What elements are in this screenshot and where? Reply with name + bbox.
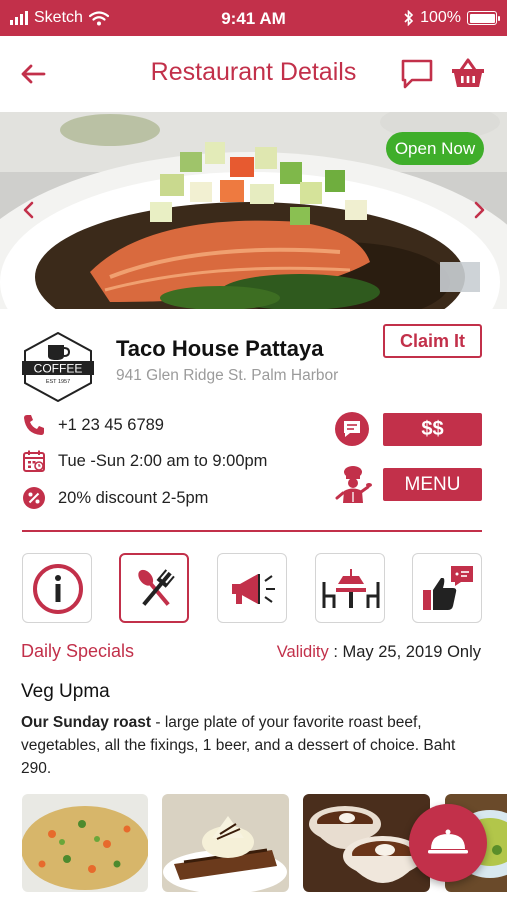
open-status-badge: Open Now: [386, 132, 484, 165]
cutlery-icon: [138, 569, 175, 606]
battery-icon: [467, 11, 500, 25]
bluetooth-icon: [404, 10, 414, 26]
table-icon: [322, 569, 380, 608]
dish-lead: Our Sunday roast: [21, 714, 152, 731]
prev-image-arrow-icon[interactable]: [21, 200, 37, 220]
claim-button[interactable]: Claim It: [383, 324, 482, 358]
battery-label: 100%: [420, 9, 461, 26]
announcements-tile[interactable]: [217, 553, 287, 623]
cloche-icon: [428, 829, 468, 854]
restaurant-name: Taco House Pattaya: [116, 336, 324, 361]
logo-text: COFFEE: [34, 362, 83, 376]
calendar-icon: [23, 450, 45, 472]
chef-icon: [335, 466, 372, 503]
order-fab-button[interactable]: [409, 804, 487, 882]
restaurant-address: 941 Glen Ridge St. Palm Harbor: [116, 367, 339, 384]
opening-hours: Tue -Sun 2:00 am to 9:00pm: [58, 451, 268, 470]
dish-description: Our Sunday roast - large plate of your f…: [21, 711, 461, 780]
chat-icon[interactable]: [400, 58, 434, 90]
discount-text: 20% discount 2-5pm: [58, 488, 209, 507]
phone-icon: [24, 415, 44, 435]
validity-value: May 25, 2019 Only: [342, 643, 482, 661]
validity-separator: :: [328, 643, 343, 661]
message-icon[interactable]: [334, 411, 370, 447]
daily-specials-title: Daily Specials: [21, 641, 135, 661]
basket-icon[interactable]: [450, 56, 486, 90]
nav-bar: Restaurant Details: [0, 36, 507, 112]
thumbs-up-icon: [423, 566, 473, 610]
food-tile[interactable]: [119, 553, 189, 623]
menu-button[interactable]: MENU: [383, 468, 482, 501]
status-right: 100%: [404, 9, 500, 27]
reviews-tile[interactable]: [412, 553, 482, 623]
megaphone-icon: [232, 574, 275, 604]
dish-thumbnail[interactable]: [162, 794, 289, 892]
table-booking-tile[interactable]: [315, 553, 385, 623]
phone-row[interactable]: +1 23 45 6789: [22, 413, 164, 437]
price-range-button[interactable]: $$: [383, 413, 482, 446]
validity-label: Validity: [276, 643, 329, 661]
info-icon: [33, 564, 83, 614]
status-bar: Sketch 9:41 AM 100%: [0, 0, 507, 36]
dish-thumbnail[interactable]: [22, 794, 148, 892]
phone-number: +1 23 45 6789: [58, 415, 164, 434]
info-tile[interactable]: [22, 553, 92, 623]
hours-row: Tue -Sun 2:00 am to 9:00pm: [22, 449, 267, 473]
discount-row: 20% discount 2-5pm: [22, 486, 208, 510]
next-image-arrow-icon[interactable]: [471, 200, 487, 220]
logo-subtext: EST 1957: [46, 379, 70, 385]
section-divider: [22, 530, 482, 532]
restaurant-logo: COFFEE EST 1957: [22, 331, 94, 403]
dish-name: Veg Upma: [21, 681, 110, 702]
validity-text: Validity : May 25, 2019 Only: [277, 643, 481, 662]
discount-icon: [23, 487, 45, 509]
